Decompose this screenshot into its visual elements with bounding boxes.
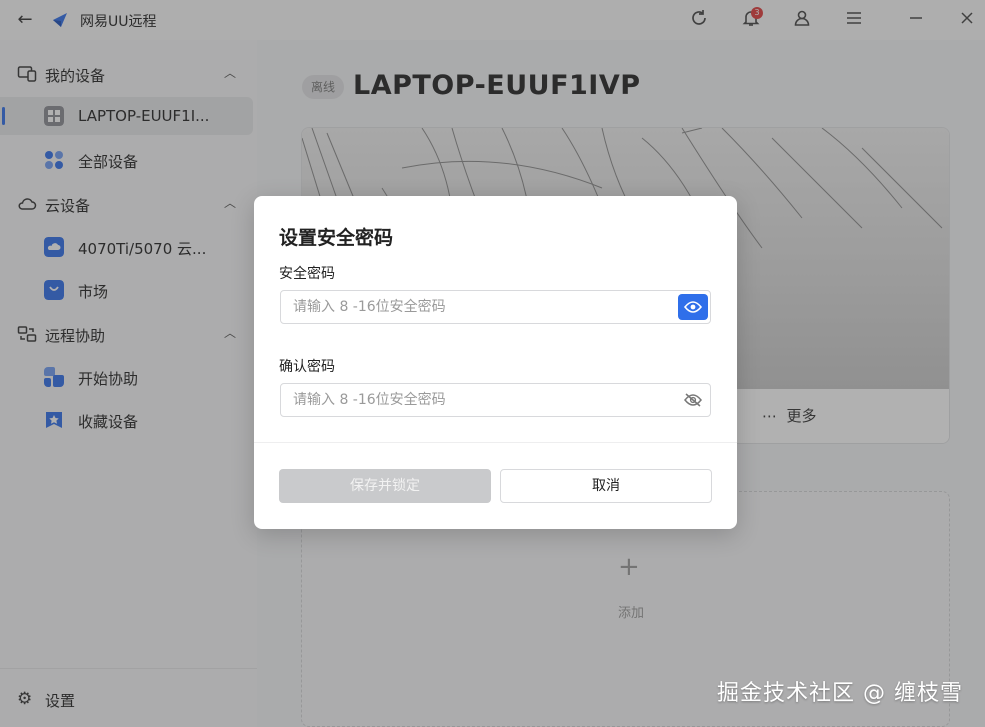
eye-off-icon xyxy=(684,393,702,407)
password-label: 安全密码 xyxy=(279,266,335,282)
save-and-lock-button[interactable]: 保存并锁定 xyxy=(279,469,491,503)
cancel-button[interactable]: 取消 xyxy=(500,469,712,503)
dialog-divider xyxy=(254,442,737,443)
watermark-text: 掘金技术社区 @ 缠枝雪 xyxy=(717,681,963,706)
eye-icon xyxy=(684,301,702,313)
hide-password-toggle[interactable] xyxy=(678,387,708,413)
confirm-password-input[interactable] xyxy=(280,383,711,417)
password-input[interactable] xyxy=(280,290,711,324)
dialog-title: 设置安全密码 xyxy=(279,227,394,249)
show-password-toggle[interactable] xyxy=(678,294,708,320)
confirm-password-label: 确认密码 xyxy=(279,359,335,375)
set-password-dialog: 设置安全密码 安全密码 确认密码 保存并锁定 取消 xyxy=(254,196,737,529)
